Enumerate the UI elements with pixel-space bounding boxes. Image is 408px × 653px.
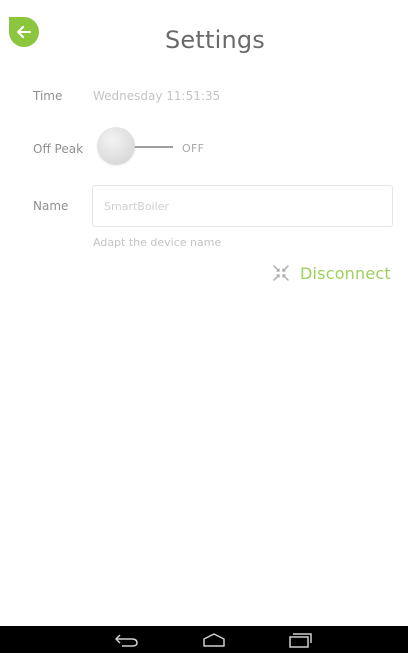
disconnect-label: Disconnect (300, 263, 391, 283)
disconnect-icon (272, 264, 290, 282)
nav-recent-apps-icon (289, 633, 312, 648)
nav-back-icon (115, 634, 138, 647)
device-name-input[interactable] (92, 185, 393, 227)
nav-home-button[interactable] (199, 629, 229, 651)
off-peak-state: OFF (182, 142, 205, 155)
disconnect-button[interactable]: Disconnect (272, 262, 391, 284)
settings-screen: Settings Time Wednesday 11:51:35 Off Pea… (0, 0, 408, 653)
time-value: Wednesday 11:51:35 (93, 89, 221, 103)
nav-recent-apps-button[interactable] (285, 629, 315, 651)
time-label: Time (33, 89, 63, 103)
name-label: Name (33, 199, 69, 213)
off-peak-toggle[interactable] (97, 127, 179, 167)
device-name-hint: Adapt the device name (93, 236, 222, 249)
toggle-thumb[interactable] (97, 127, 135, 165)
page-title: Settings (164, 26, 266, 54)
android-nav-bar (0, 626, 408, 653)
nav-back-button[interactable] (112, 629, 142, 651)
nav-home-icon (203, 633, 225, 647)
off-peak-label: Off Peak (33, 142, 84, 156)
